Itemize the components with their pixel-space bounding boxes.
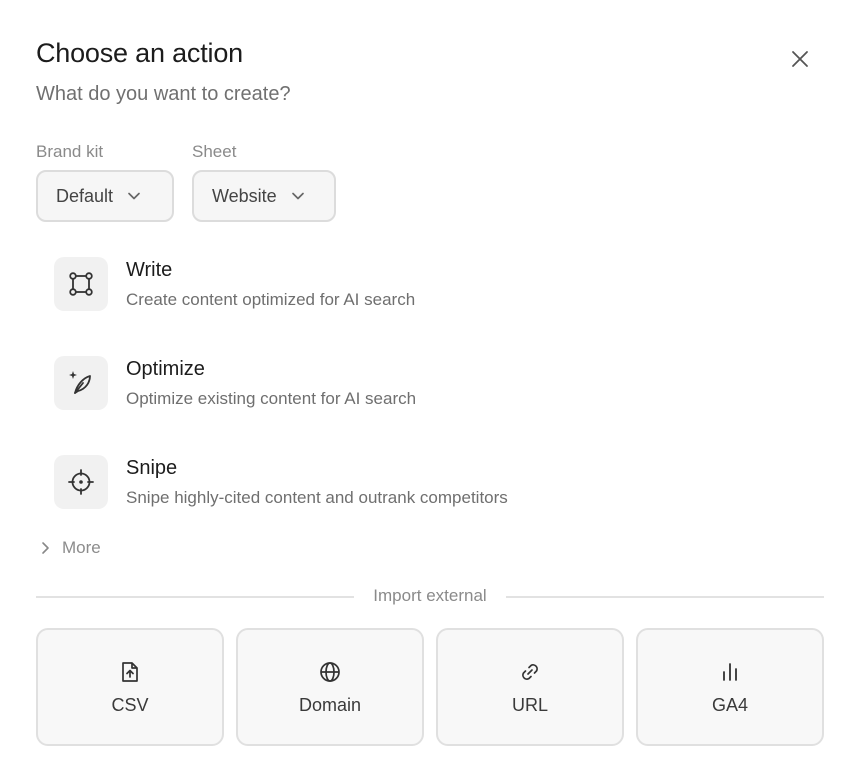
sheet-value: Website — [212, 185, 277, 206]
action-write-icon-box — [54, 257, 108, 311]
close-icon — [792, 51, 808, 67]
more-toggle[interactable]: More — [40, 538, 101, 558]
sparkle-feather-icon — [69, 371, 91, 394]
action-optimize-icon-box — [54, 356, 108, 410]
action-description: Snipe highly-cited content and outrank c… — [126, 488, 508, 507]
import-ga4-button[interactable]: GA4 — [636, 628, 824, 746]
action-snipe-icon-box — [54, 455, 108, 509]
import-csv-button[interactable]: CSV — [36, 628, 224, 746]
import-label: CSV — [111, 695, 149, 715]
action-title: Optimize — [126, 358, 205, 380]
choose-action-dialog: Choose an action What do you want to cre… — [0, 0, 859, 783]
crosshair-icon — [68, 469, 94, 495]
action-snipe[interactable]: Snipe Snipe highly-cited content and out… — [54, 455, 814, 511]
import-label: URL — [511, 695, 548, 715]
import-heading: Import external — [373, 586, 487, 605]
action-description: Create content optimized for AI search — [126, 290, 416, 309]
sheet-label: Sheet — [192, 142, 237, 161]
dialog-title: Choose an action — [36, 38, 243, 68]
action-title: Snipe — [126, 457, 178, 479]
bar-chart-icon — [723, 663, 737, 681]
more-label: More — [62, 538, 101, 557]
import-label: Domain — [298, 695, 362, 715]
brand-kit-label: Brand kit — [36, 142, 104, 161]
sheet-select[interactable]: Website — [192, 170, 336, 222]
divider-left — [36, 596, 354, 598]
chevron-right-icon — [42, 542, 49, 554]
link-icon — [522, 664, 538, 680]
brand-kit-value: Default — [56, 185, 114, 206]
import-label: GA4 — [711, 695, 749, 715]
action-description: Optimize existing content for AI search — [126, 389, 417, 408]
dialog-subtitle: What do you want to create? — [36, 83, 291, 105]
close-button[interactable] — [784, 43, 816, 75]
import-domain-button[interactable]: Domain — [236, 628, 424, 746]
frame-icon — [69, 272, 93, 296]
globe-icon — [320, 662, 340, 682]
chevron-down-icon — [291, 192, 304, 200]
import-url-button[interactable]: URL — [436, 628, 624, 746]
action-write[interactable]: Write Create content optimized for AI se… — [54, 257, 814, 313]
chevron-down-icon — [128, 192, 140, 200]
action-title: Write — [126, 259, 173, 281]
brand-kit-select[interactable]: Default — [36, 170, 174, 222]
divider-right — [506, 596, 824, 598]
file-upload-icon — [122, 662, 138, 682]
action-optimize[interactable]: Optimize Optimize existing content for A… — [54, 356, 814, 412]
